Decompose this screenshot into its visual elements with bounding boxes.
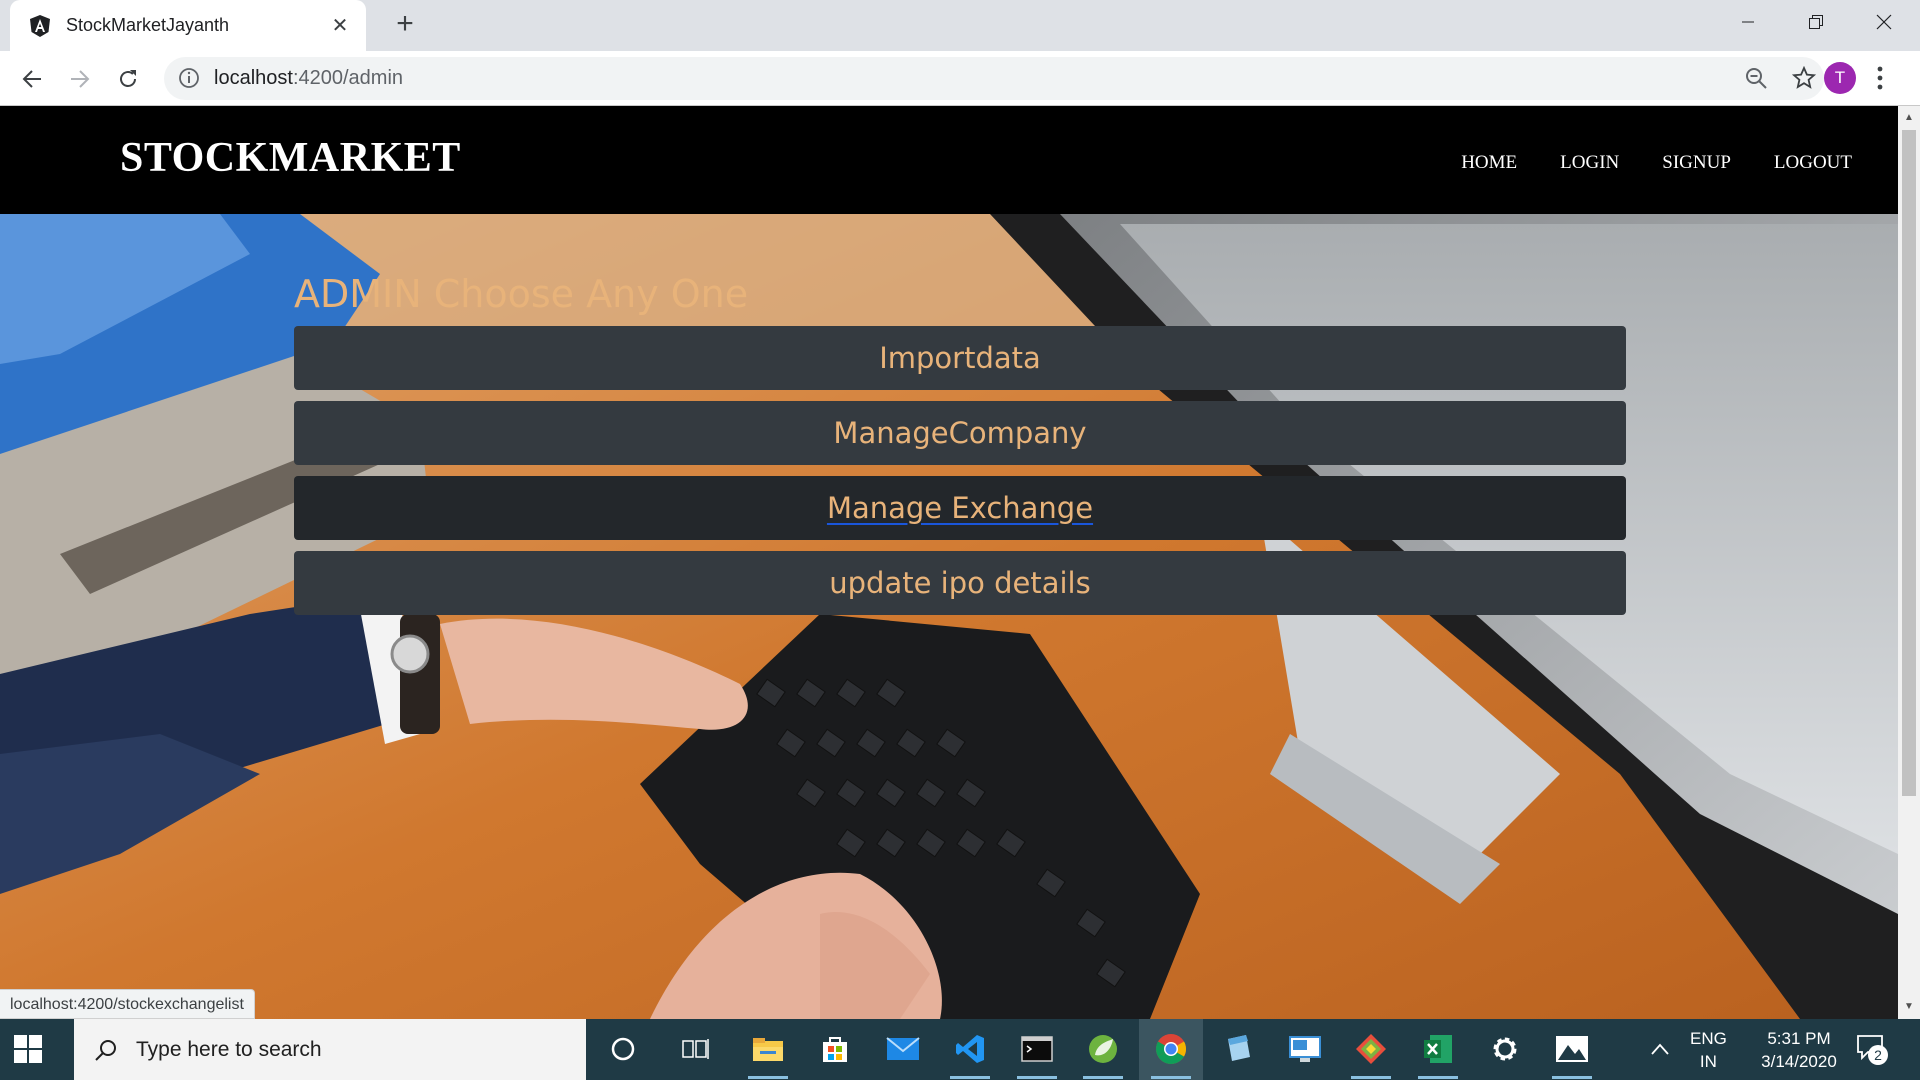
scroll-thumb[interactable] [1902, 130, 1916, 796]
new-tab-button[interactable]: + [390, 9, 420, 40]
excel-running-indicator [1418, 1076, 1458, 1079]
chrome-running-indicator [1151, 1076, 1191, 1079]
photos-icon[interactable] [1552, 1029, 1592, 1069]
zoom-icon[interactable] [1744, 66, 1768, 90]
manage-company-button[interactable]: ManageCompany [294, 401, 1626, 465]
search-placeholder: Type here to search [136, 1037, 322, 1061]
admin-heading: ADMIN Choose Any One [294, 272, 749, 316]
nav-login-link[interactable]: LOGIN [1560, 152, 1619, 174]
angular-icon [30, 14, 50, 37]
scroll-up-arrow-icon[interactable]: ▲ [1903, 112, 1915, 124]
file-explorer-icon[interactable] [748, 1029, 788, 1069]
site-navbar: STOCKMARKET HOME LOGIN SIGNUP LOGOUT [0, 106, 1898, 214]
url-host: localhost [214, 67, 293, 89]
nav-home-link[interactable]: HOME [1461, 152, 1517, 174]
url-text[interactable]: localhost:4200/admin [214, 67, 403, 90]
language-code: ENG [1690, 1029, 1727, 1048]
cortana-icon[interactable] [603, 1029, 643, 1069]
profile-avatar[interactable]: T [1824, 62, 1856, 94]
minimize-icon [1742, 21, 1754, 23]
manage-exchange-label: Manage Exchange [826, 491, 1094, 525]
import-data-label: Importdata [879, 341, 1041, 375]
info-icon[interactable] [178, 67, 200, 89]
reload-button[interactable] [110, 61, 146, 97]
git-extensions-icon[interactable] [1351, 1029, 1391, 1069]
clock-time: 5:31 PM [1767, 1029, 1831, 1048]
search-icon [95, 1039, 116, 1061]
nav-signup-link[interactable]: SIGNUP [1662, 152, 1731, 174]
nav-logout-link[interactable]: LOGOUT [1774, 152, 1852, 174]
page-scrollbar[interactable]: ▲ ▼ [1898, 106, 1920, 1019]
vscode-icon[interactable] [950, 1029, 990, 1069]
taskbar-search-box[interactable]: Type here to search [74, 1019, 586, 1080]
update-ipo-details-button[interactable]: update ipo details [294, 551, 1626, 615]
file-explorer-running-indicator [748, 1076, 788, 1079]
clock-date: 3/14/2020 [1761, 1052, 1837, 1071]
mail-icon[interactable] [883, 1029, 923, 1069]
restore-button[interactable] [1782, 0, 1850, 44]
git-extensions-running-indicator [1351, 1076, 1391, 1079]
terminal-icon[interactable] [1017, 1029, 1057, 1069]
url-path: :4200/admin [292, 67, 404, 89]
browser-toolbar: localhost:4200/admin T [0, 51, 1920, 106]
star-icon[interactable] [1792, 66, 1816, 90]
site-brand[interactable]: STOCKMARKET [120, 134, 461, 182]
minimize-button[interactable] [1714, 0, 1782, 44]
tray-chevron-up-icon[interactable] [1650, 1041, 1670, 1080]
vscode-running-indicator [950, 1076, 990, 1079]
manage-exchange-button[interactable]: Manage Exchange [294, 476, 1626, 540]
notepad-icon[interactable] [1218, 1029, 1258, 1069]
clock[interactable]: 5:31 PM 3/14/2020 [1746, 1027, 1852, 1080]
spring-tools-icon[interactable] [1083, 1029, 1123, 1069]
windows-start-icon[interactable] [14, 1035, 42, 1063]
link-status-bubble: localhost:4200/stockexchangelist [0, 989, 255, 1019]
tab-title: StockMarketJayanth [66, 15, 230, 35]
window-close-button[interactable] [1850, 0, 1918, 44]
import-data-button[interactable]: Importdata [294, 326, 1626, 390]
close-icon[interactable]: ✕ [328, 14, 352, 38]
browser-tab[interactable]: StockMarketJayanth ✕ [10, 0, 366, 51]
scroll-down-arrow-icon[interactable]: ▼ [1903, 1001, 1915, 1013]
back-button[interactable] [14, 61, 50, 97]
reload-icon [120, 70, 136, 87]
close-window-icon [1876, 14, 1892, 30]
windows-taskbar: Type here to search ENG IN 5:31 PM 3/14/… [0, 1019, 1920, 1080]
arrow-left-icon [22, 70, 41, 88]
terminal-running-indicator [1017, 1076, 1057, 1079]
manage-company-label: ManageCompany [833, 416, 1087, 450]
notification-center-button[interactable]: 2 [1856, 1033, 1896, 1067]
notification-count-badge: 2 [1868, 1045, 1888, 1065]
excel-icon[interactable] [1418, 1029, 1458, 1069]
settings-gear-icon[interactable] [1485, 1029, 1525, 1069]
chrome-icon[interactable] [1151, 1029, 1191, 1069]
language-indicator[interactable]: ENG IN [1690, 1027, 1727, 1080]
arrow-right-icon [71, 70, 90, 88]
spring-tools-running-indicator [1083, 1076, 1123, 1079]
restore-icon [1809, 15, 1823, 29]
update-ipo-details-label: update ipo details [829, 566, 1091, 600]
menu-dots-icon[interactable] [1876, 65, 1884, 91]
photos-running-indicator [1552, 1076, 1592, 1079]
region-code: IN [1699, 1052, 1717, 1071]
remote-desktop-icon[interactable] [1285, 1029, 1325, 1069]
microsoft-store-icon[interactable] [815, 1029, 855, 1069]
nav-links: HOME LOGIN SIGNUP LOGOUT [1461, 152, 1852, 174]
browser-tab-strip: StockMarketJayanth ✕ + [0, 0, 1920, 51]
page-viewport: STOCKMARKET HOME LOGIN SIGNUP LOGOUT ADM… [0, 106, 1898, 1019]
address-bar[interactable]: localhost:4200/admin [164, 57, 1824, 100]
task-view-icon[interactable] [676, 1029, 716, 1069]
forward-button[interactable] [62, 61, 98, 97]
